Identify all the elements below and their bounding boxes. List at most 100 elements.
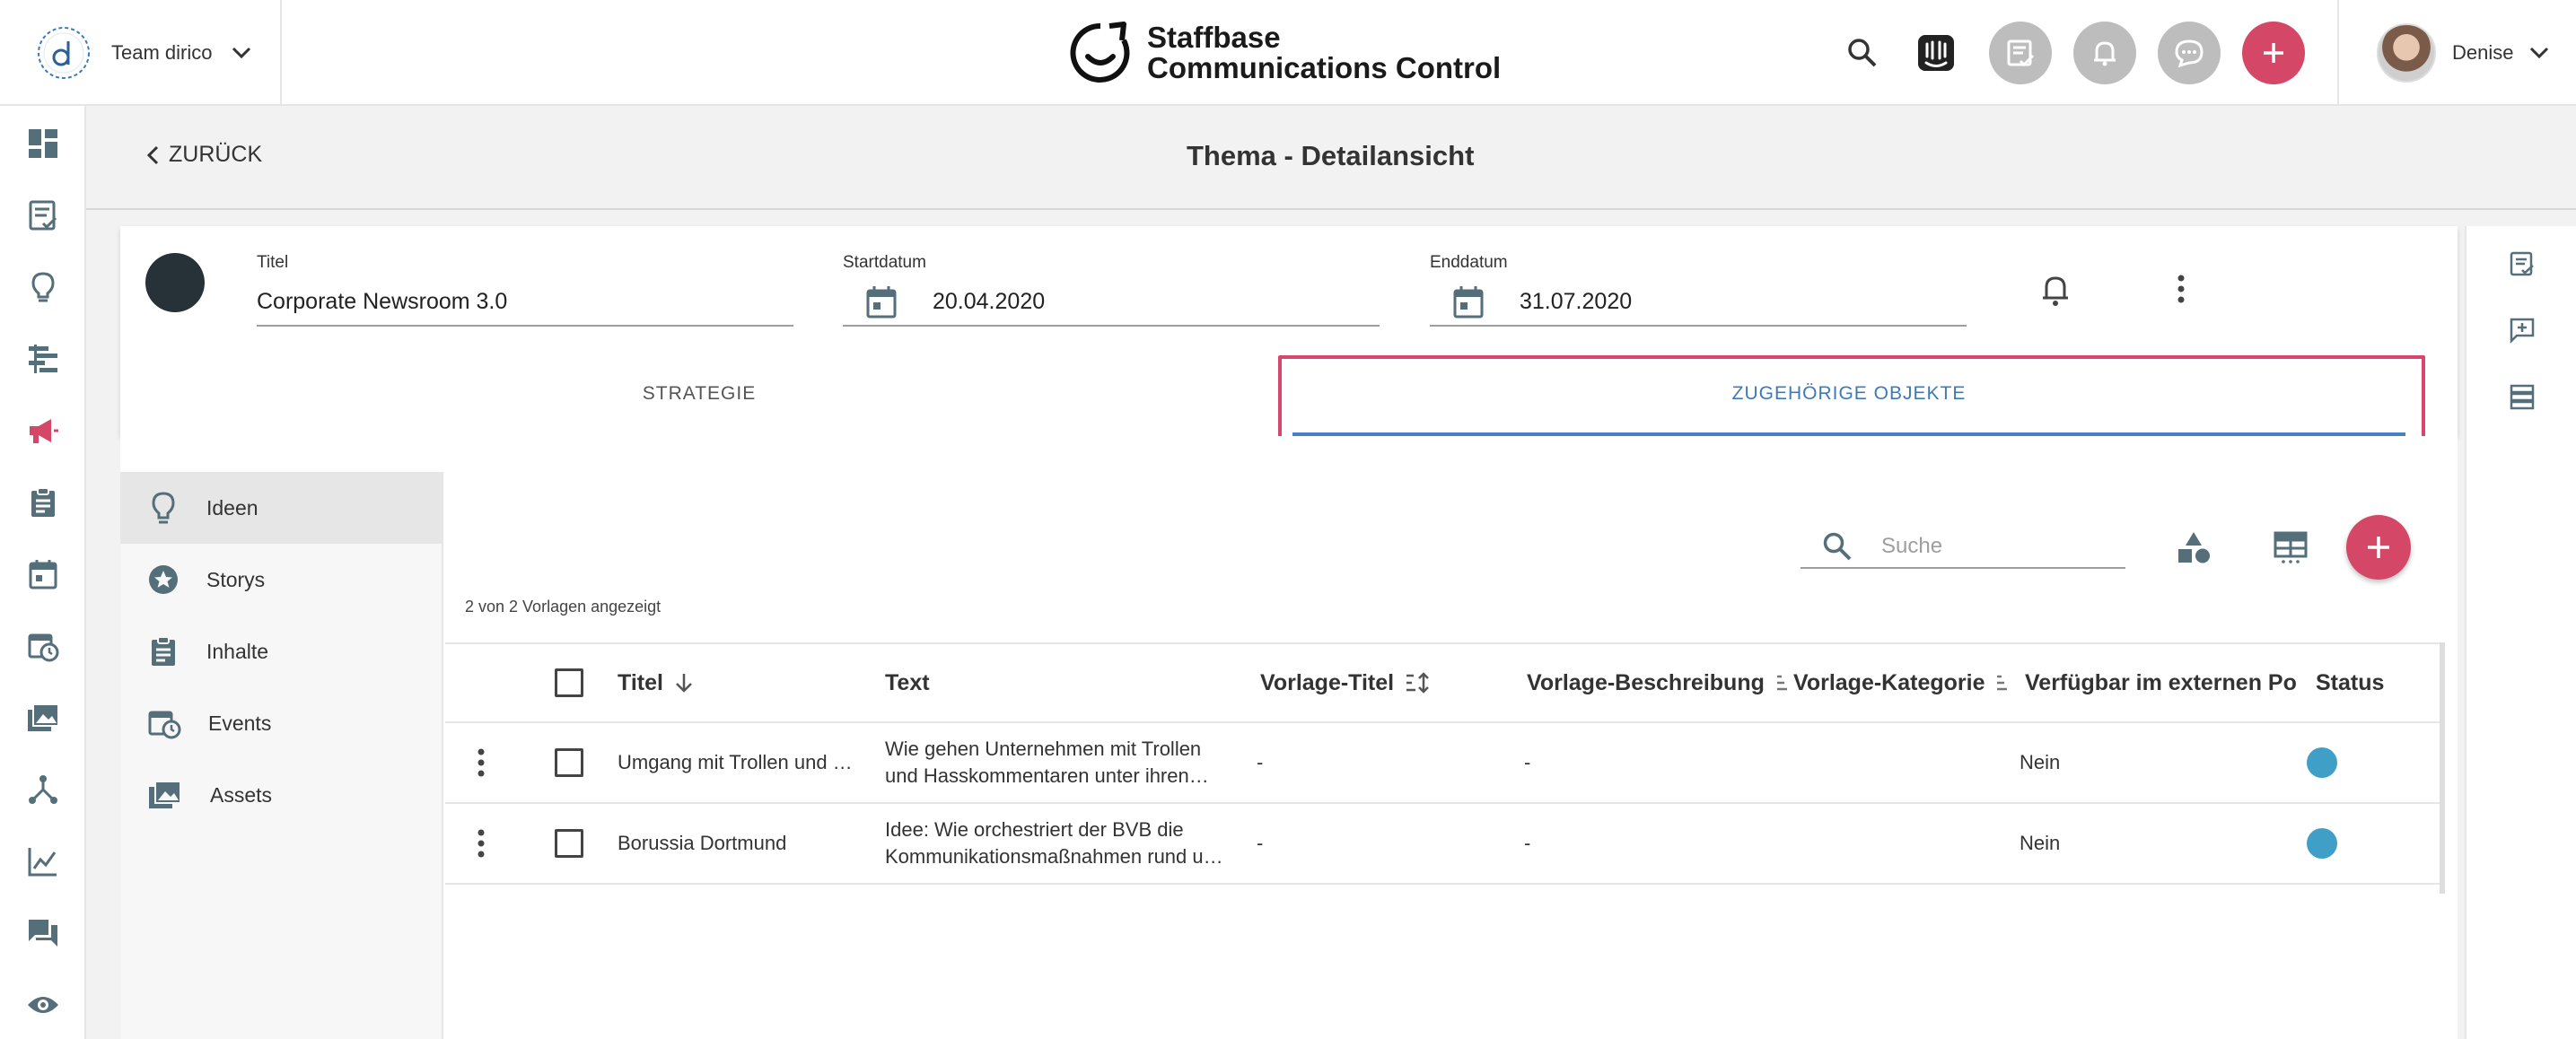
staffbase-logo-icon — [1068, 21, 1133, 85]
user-menu[interactable]: Denise — [2337, 0, 2576, 106]
end-date-label: Enddatum — [1430, 253, 1508, 272]
nav-campaigns[interactable] — [23, 411, 63, 450]
side-item-ideas[interactable]: Ideen — [120, 472, 443, 544]
nav-tasks[interactable] — [23, 196, 63, 235]
lightbulb-icon — [27, 271, 59, 303]
cell-text: Wie gehen Unternehmen mit Trollen und Ha… — [885, 723, 1244, 802]
comments-panel-button[interactable] — [2504, 312, 2540, 348]
side-item-label: Inhalte — [206, 639, 269, 663]
column-header-template-description[interactable]: Vorlage-Beschreibung — [1527, 644, 1788, 721]
nav-events[interactable] — [23, 626, 63, 666]
page-title: Thema - Detailansicht — [1187, 140, 1475, 171]
row-checkbox[interactable] — [555, 748, 583, 777]
clipboard-icon — [147, 635, 180, 668]
topic-color-indicator[interactable] — [145, 253, 205, 312]
side-item-content[interactable]: Inhalte — [120, 616, 443, 687]
nav-timeline[interactable] — [23, 339, 63, 379]
start-date-field[interactable]: 20.04.2020 — [933, 289, 1045, 315]
campaign-icon — [26, 415, 60, 447]
dashboard-icon — [27, 127, 59, 160]
row-menu-button[interactable] — [476, 804, 486, 883]
back-button[interactable]: ZURÜCK — [145, 142, 262, 168]
nav-ideas[interactable] — [23, 267, 63, 307]
nav-comments[interactable] — [23, 913, 63, 953]
side-item-label: Events — [208, 711, 272, 735]
tab-strategy[interactable]: STRATEGIE — [120, 352, 1278, 436]
title-label: Titel — [257, 253, 289, 272]
nav-dashboard[interactable] — [23, 124, 63, 163]
column-label: Text — [885, 669, 930, 695]
table-view-button[interactable] — [2269, 526, 2312, 569]
nav-assets[interactable] — [23, 698, 63, 738]
more-vert-icon — [476, 747, 486, 778]
team-name: Team dirico — [111, 41, 213, 64]
side-item-assets[interactable]: Assets — [120, 759, 443, 831]
table-scrollbar[interactable] — [2440, 642, 2445, 894]
brand-line-1: Staffbase — [1147, 21, 1281, 54]
column-label: Vorlage-Beschreibung — [1527, 669, 1765, 695]
cell-template-title: - — [1257, 832, 1264, 854]
title-field[interactable]: Corporate Newsroom 3.0 — [257, 289, 507, 315]
table-row[interactable]: Borussia Dortmund Idee: Wie orchestriert… — [445, 804, 2440, 885]
table-row[interactable]: Umgang mit Trollen und … Wie gehen Unter… — [445, 723, 2440, 804]
more-vert-icon[interactable] — [2176, 273, 2186, 305]
bell-icon[interactable] — [2039, 273, 2072, 309]
title-field-underline — [257, 325, 793, 327]
row-checkbox[interactable] — [555, 829, 583, 858]
notifications-button[interactable] — [2073, 22, 2136, 84]
top-actions — [1831, 0, 2305, 106]
event-icon — [147, 707, 181, 739]
history-panel-button[interactable] — [2504, 379, 2540, 415]
table-header-row: Titel Text Vorlage-Titel Vorlage-Beschre… — [445, 642, 2440, 723]
cell-text-line: Idee: Wie orchestriert der BVB die — [885, 818, 1184, 841]
brand: Staffbase Communications Control — [1068, 14, 1501, 92]
cell-template-title: - — [1257, 751, 1264, 773]
approval-button[interactable] — [1989, 22, 2052, 84]
row-menu-button[interactable] — [476, 723, 486, 802]
photos-icon — [147, 779, 183, 811]
column-header-title[interactable]: Titel — [618, 644, 694, 721]
select-all-checkbox[interactable] — [555, 668, 583, 697]
nav-analytics[interactable] — [23, 842, 63, 881]
filter-types-button[interactable] — [2172, 526, 2215, 569]
brand-line-2: Communications Control — [1147, 51, 1502, 84]
table-grid-icon — [2273, 529, 2309, 565]
column-header-template-title[interactable]: Vorlage-Titel — [1260, 644, 1432, 721]
add-object-button[interactable] — [2346, 515, 2411, 580]
cell-title[interactable]: Borussia Dortmund — [618, 804, 878, 883]
team-switcher[interactable]: Team dirico — [0, 0, 282, 106]
search-input[interactable] — [1881, 534, 2088, 559]
create-button[interactable] — [2242, 22, 2305, 84]
cell-text: Idee: Wie orchestriert der BVB die Kommu… — [885, 804, 1244, 883]
highlight-annotation — [1278, 355, 2425, 447]
calendar-icon[interactable] — [1452, 285, 1485, 319]
cell-text-line: Wie gehen Unternehmen mit Trollen — [885, 738, 1202, 760]
search-button[interactable] — [1831, 22, 1894, 84]
intercom-button[interactable] — [1905, 22, 1967, 84]
column-header-template-category[interactable]: Vorlage-Kategorie — [1793, 644, 2008, 721]
cell-template-description: - — [1524, 751, 1531, 773]
chat-button[interactable] — [2158, 22, 2221, 84]
end-date-underline — [1430, 325, 1967, 327]
nav-preview[interactable] — [23, 985, 63, 1025]
column-header-status[interactable]: Status — [2316, 644, 2384, 721]
column-label: Titel — [618, 669, 663, 695]
tasks-panel-button[interactable] — [2504, 246, 2540, 282]
nav-network[interactable] — [23, 770, 63, 809]
nav-content[interactable] — [23, 483, 63, 522]
status-indicator — [2307, 828, 2337, 859]
nav-calendar[interactable] — [23, 554, 63, 594]
cell-template-description: - — [1524, 832, 1531, 854]
bell-icon — [2090, 38, 2120, 68]
clipboard-icon — [27, 486, 59, 519]
side-item-stories[interactable]: Storys — [120, 544, 443, 616]
column-header-text[interactable]: Text — [885, 644, 930, 721]
calendar-icon[interactable] — [865, 285, 898, 319]
calendar-icon — [27, 558, 59, 590]
side-item-events[interactable]: Events — [120, 687, 443, 759]
cell-title[interactable]: Umgang mit Trollen und … — [618, 723, 878, 802]
user-name: Denise — [2452, 41, 2514, 64]
end-date-field[interactable]: 31.07.2020 — [1520, 289, 1632, 315]
column-header-external-portal[interactable]: Verfügbar im externen Por — [2025, 644, 2298, 721]
plus-icon — [2364, 533, 2393, 562]
